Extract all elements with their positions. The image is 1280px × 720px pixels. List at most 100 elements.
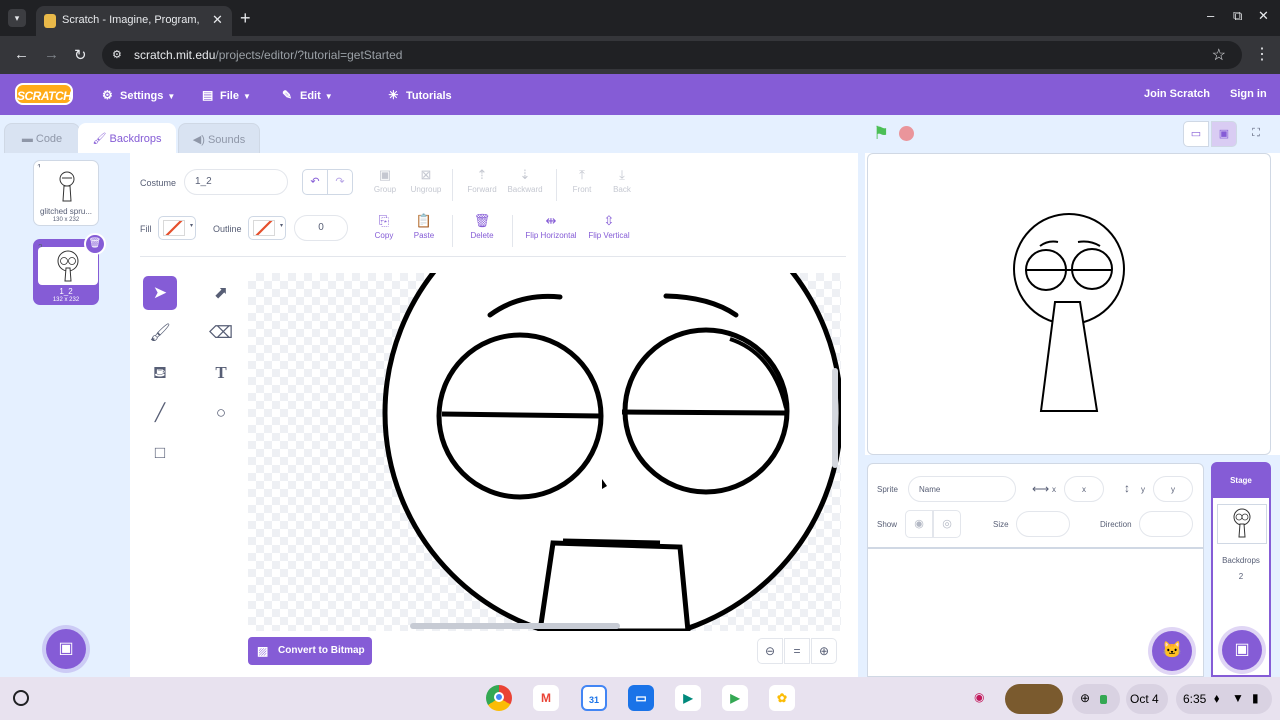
new-tab-icon[interactable]: + [240,8,251,29]
choose-sprite-button[interactable]: 🐱 [1152,631,1192,671]
backdrop-size: 130 x 232 [52,217,80,223]
scratch-menu-bar: SCRATCH ⚙ Settings ▼ ▤ File ▼ ✎ Edit ▼ ☀ Tutori… [0,74,1280,115]
tab-search-icon[interactable]: ▾ [8,9,26,27]
front-button[interactable]: ⤒ Front [566,167,598,194]
no-color-swatch [163,220,185,236]
direction-input[interactable] [1139,511,1193,537]
photos-app-icon[interactable]: ✿ [769,685,795,711]
forward-icon[interactable]: → [44,46,59,63]
forward-button[interactable]: ⇡ Forward [464,167,500,194]
browser-tab[interactable]: Scratch - Imagine, Program, Sh ✕ [36,6,232,36]
chrome-app-icon[interactable] [486,685,512,711]
drawing-face [382,273,841,631]
delete-backdrop-icon[interactable]: 🗑 [84,233,106,255]
play-store-app-icon[interactable]: ▶ [722,685,748,711]
fill-tool[interactable]: ⛾ [143,356,177,390]
brush-tool[interactable]: 🖌 [143,316,177,350]
add-circle-icon: ⊕ [1080,691,1091,705]
tutorials-menu[interactable]: ☀ Tutorials [388,88,452,102]
chevron-down-icon: ▾ [189,223,193,229]
size-input[interactable] [1016,511,1070,537]
minimize-icon[interactable]: – [1207,8,1214,23]
stop-icon[interactable] [899,126,914,141]
select-tool[interactable]: ➤ [143,276,177,310]
launcher-icon[interactable] [13,690,29,706]
flip-vertical-button[interactable]: ⇳ Flip Vertical [584,213,634,240]
ungroup-button[interactable]: ⊠ Ungroup [408,167,444,194]
y-position-input[interactable]: y [1153,476,1193,502]
edit-menu[interactable]: ✎ Edit ▼ [282,88,333,102]
large-stage-icon[interactable]: ▣ [1211,121,1237,147]
eraser-tool[interactable]: ⌫ [204,316,238,350]
line-tool[interactable]: ╱ [143,396,177,430]
paint-canvas[interactable] [248,273,841,631]
sign-in-link[interactable]: Sign in [1230,88,1267,100]
meet-app-icon[interactable]: ▶ [675,685,701,711]
fill-color-picker[interactable]: ▾ [158,216,196,240]
screen-record-icon[interactable]: ◉ [974,690,984,704]
tab-sounds[interactable]: ◀) Sounds [178,123,260,155]
tab-code[interactable]: ▬ Code [4,123,80,155]
media-thumbnail[interactable] [1005,684,1063,714]
group-button[interactable]: ▣ Group [370,167,400,194]
site-info-icon[interactable]: ⚙ [112,48,126,62]
system-tray[interactable]: 6:35 ⬧ ▼ ▮ [1176,684,1272,714]
choose-backdrop-stage-button[interactable]: ▣ [1222,630,1262,670]
file-menu[interactable]: ▤ File ▼ [202,88,251,102]
outline-width-input[interactable]: 0 [294,215,348,241]
copy-icon: ⎘ [378,213,390,228]
convert-to-bitmap-button[interactable]: ▨ Convert to Bitmap [248,637,372,665]
copy-button[interactable]: ⎘ Copy [370,213,398,240]
files-app-icon[interactable]: ▭ [628,685,654,711]
paste-button[interactable]: 📋 Paste [408,213,440,240]
address-bar[interactable]: ⚙ scratch.mit.edu/projects/editor/?tutor… [102,41,1242,69]
sprite-name-input[interactable]: Name [908,476,1016,502]
close-window-icon[interactable]: ✕ [1258,8,1269,24]
bookmark-star-icon[interactable]: ☆ [1212,45,1226,65]
tab-backdrops[interactable]: 🖌 Backdrops [78,123,176,155]
date-pill[interactable]: Oct 4 [1126,684,1168,714]
delete-button[interactable]: 🗑 Delete [466,213,498,240]
vertical-scrollbar[interactable] [832,368,838,468]
reload-icon[interactable]: ↻ [74,46,87,64]
gmail-app-icon[interactable]: M [533,685,559,711]
small-stage-icon[interactable]: ▭ [1183,121,1209,147]
text-tool[interactable]: T [204,356,238,390]
cat-plus-icon: 🐱 [1162,642,1182,659]
calendar-app-icon[interactable]: 31 [581,685,607,711]
fullscreen-icon[interactable]: ⛶ [1243,121,1269,147]
redo-icon[interactable]: ↷ [327,169,353,195]
scratch-logo[interactable]: SCRATCH [15,83,73,105]
costume-name-input[interactable]: 1_2 [184,169,288,195]
show-sprite-eye-icon[interactable]: ◉ [905,510,933,538]
backward-button[interactable]: ⇣ Backward [504,167,546,194]
chrome-menu-icon[interactable]: ⋮ [1254,44,1270,64]
horizontal-scrollbar[interactable] [410,623,620,629]
zoom-out-icon[interactable]: ⊖ [757,638,783,664]
back-icon[interactable]: ← [14,46,29,63]
hide-sprite-eye-icon[interactable]: ◎ [933,510,961,538]
x-position-input[interactable]: x [1064,476,1104,502]
stage-canvas[interactable] [867,153,1271,455]
close-tab-icon[interactable]: ✕ [212,12,223,28]
zoom-reset-button[interactable]: = [784,638,810,664]
status-pill[interactable]: ⊕ [1072,684,1120,714]
green-flag-icon[interactable]: ⚑ [873,123,889,144]
settings-menu[interactable]: ⚙ Settings ▼ [102,88,175,102]
outline-color-picker[interactable]: ▾ [248,216,286,240]
rectangle-tool[interactable]: □ [143,436,177,470]
choose-backdrop-button[interactable]: ▣ [46,629,86,669]
undo-icon[interactable]: ↶ [302,169,328,195]
reshape-tool[interactable]: ⬈ [204,276,238,310]
join-scratch-link[interactable]: Join Scratch [1144,88,1210,100]
restore-icon[interactable]: ⧉ [1233,8,1242,24]
flip-horizontal-button[interactable]: ⇹ Flip Horizontal [522,213,580,240]
vpn-icon: ⬧ [1214,691,1220,705]
circle-tool[interactable]: ○ [204,396,238,430]
zoom-in-icon[interactable]: ⊕ [811,638,837,664]
stage-selector[interactable]: Stage Backdrops 2 ▣ [1211,462,1271,677]
back-button[interactable]: ⤓ Back [606,167,638,194]
backdrops-label: Backdrops [1222,556,1260,565]
arrow-down-icon: ⇣ [519,167,531,182]
backdrop-item[interactable]: 1 glitched spru... 130 x 232 [33,160,99,226]
